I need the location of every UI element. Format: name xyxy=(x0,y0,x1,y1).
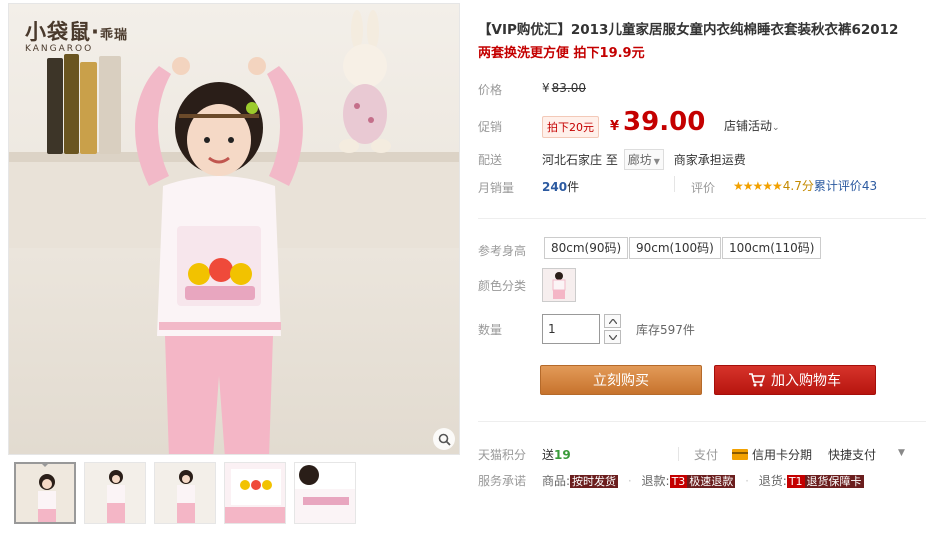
points-value: 19 xyxy=(554,448,571,462)
color-option-label: 颜色分类 xyxy=(478,279,527,293)
separator-dot: · xyxy=(627,474,632,488)
freight-note: 商家承担运费 xyxy=(673,153,746,167)
stock-count: 库存597件 xyxy=(636,323,695,337)
star-rating-icon: ★★★★★ xyxy=(733,179,783,193)
service-promise-label: 服务承诺 xyxy=(478,474,527,488)
quantity-input[interactable] xyxy=(542,314,600,344)
payment-label: 支付 xyxy=(694,448,719,462)
thumbnail-2[interactable] xyxy=(84,462,146,524)
color-option-swatch[interactable] xyxy=(542,268,576,302)
product-subtitle: 两套换洗更方便 拍下19.9元 xyxy=(478,46,645,61)
thumbnail-strip xyxy=(14,462,356,524)
brand-logo: 小袋鼠·乖瑞 KANGAROO xyxy=(25,16,128,54)
points-info: 送19 xyxy=(542,446,571,463)
thumbnail-3[interactable] xyxy=(154,462,216,524)
destination-select[interactable]: 廊坊 ▼ xyxy=(623,149,664,170)
delivery-info: 河北石家庄 至 廊坊 ▼ 商家承担运费 xyxy=(542,149,746,170)
delivery-label: 配送 xyxy=(478,153,503,167)
delivery-to-word: 至 xyxy=(605,153,618,167)
thumbnail-1[interactable] xyxy=(14,462,76,524)
quick-pay-link[interactable]: 快捷支付 xyxy=(828,446,876,463)
promise-return-badge[interactable]: 退货保障卡 xyxy=(804,475,864,488)
destination-value: 廊坊 xyxy=(627,153,652,167)
caret-down-icon: ▼ xyxy=(653,157,660,166)
caret-down-icon[interactable]: ▼ xyxy=(898,448,905,458)
brand-name: 小袋鼠· xyxy=(25,20,100,44)
thumbnail-5[interactable] xyxy=(294,462,356,524)
promise-return-prefix: T1 xyxy=(786,475,805,488)
chevron-up-icon xyxy=(608,318,617,324)
shop-event-dropdown[interactable]: 店铺活动⌄ xyxy=(724,117,780,134)
chevron-down-icon xyxy=(608,334,617,340)
monthly-sales: 240件 xyxy=(542,178,579,195)
cart-icon xyxy=(749,373,765,387)
monthly-sales-label: 月销量 xyxy=(478,181,515,195)
promise-goods-badge[interactable]: 按时发货 xyxy=(570,475,619,488)
buy-now-button[interactable]: 立刻购买 xyxy=(540,365,702,395)
promise-refund-label: 退款: xyxy=(641,474,670,488)
monthly-sales-unit: 件 xyxy=(567,180,580,194)
divider xyxy=(678,447,679,461)
product-title: 【VIP购优汇】2013儿童家居服女童内衣纯棉睡衣套装秋衣裤62012 xyxy=(478,22,899,38)
divider xyxy=(674,176,675,192)
section-divider xyxy=(478,218,926,219)
add-to-cart-button[interactable]: 加入购物车 xyxy=(714,365,876,395)
rating-label: 评价 xyxy=(691,181,716,195)
original-price: ¥83.00 xyxy=(542,81,586,95)
separator-dot: · xyxy=(745,474,749,488)
credit-installment-label: 信用卡分期 xyxy=(752,448,813,462)
buy-now-label: 立刻购买 xyxy=(593,373,649,389)
review-count-link[interactable]: 累计评价43 xyxy=(814,179,877,193)
service-promises: 商品: 按时发货 · 退款: T3 极速退款 · 退货: T1 退货保障卡 xyxy=(542,472,864,489)
promo-label: 促销 xyxy=(478,120,503,134)
delivery-from: 河北石家庄 xyxy=(542,153,603,167)
zoom-icon[interactable] xyxy=(433,428,455,450)
height-option-label: 参考身高 xyxy=(478,244,527,258)
section-divider xyxy=(478,421,926,422)
books-decoration xyxy=(47,54,127,154)
add-to-cart-label: 加入购物车 xyxy=(771,373,841,389)
rating-summary: ★★★★★4.7分累计评价43 xyxy=(733,177,877,194)
quantity-increase-button[interactable] xyxy=(604,314,621,328)
chevron-down-icon: ⌄ xyxy=(772,123,780,133)
points-label: 天猫积分 xyxy=(478,448,527,462)
price-label: 价格 xyxy=(478,83,503,97)
original-price-value: 83.00 xyxy=(551,81,586,95)
promo-tag: 拍下20元 xyxy=(542,116,599,138)
current-price: ¥39.00 xyxy=(610,107,705,137)
promise-goods-label: 商品: xyxy=(542,474,571,488)
currency-symbol: ¥ xyxy=(610,119,620,134)
currency-symbol: ¥ xyxy=(542,81,550,95)
height-option-100[interactable]: 100cm(110码) xyxy=(722,237,822,259)
height-option-90[interactable]: 90cm(100码) xyxy=(629,237,721,259)
main-product-image[interactable]: 小袋鼠·乖瑞 KANGAROO xyxy=(8,3,460,455)
promise-return-label: 退货: xyxy=(758,474,787,488)
child-model-photo xyxy=(135,57,303,454)
quantity-decrease-button[interactable] xyxy=(604,330,621,344)
promise-refund-prefix: T3 xyxy=(669,475,688,488)
points-prefix: 送 xyxy=(542,448,555,462)
quantity-label: 数量 xyxy=(478,323,503,337)
bunny-plush-toy xyxy=(339,10,391,153)
brand-name-suffix: 乖瑞 xyxy=(99,28,128,43)
thumbnail-4[interactable] xyxy=(224,462,286,524)
shop-event-label: 店铺活动 xyxy=(724,119,773,133)
current-price-value: 39.00 xyxy=(623,107,706,137)
monthly-sales-count: 240 xyxy=(542,180,568,194)
rating-score: 4.7分 xyxy=(782,179,814,193)
height-option-80[interactable]: 80cm(90码) xyxy=(544,237,629,259)
promise-refund-badge[interactable]: 极速退款 xyxy=(687,475,736,488)
credit-card-icon xyxy=(732,449,748,460)
credit-installment-link[interactable]: 信用卡分期 xyxy=(732,446,812,463)
